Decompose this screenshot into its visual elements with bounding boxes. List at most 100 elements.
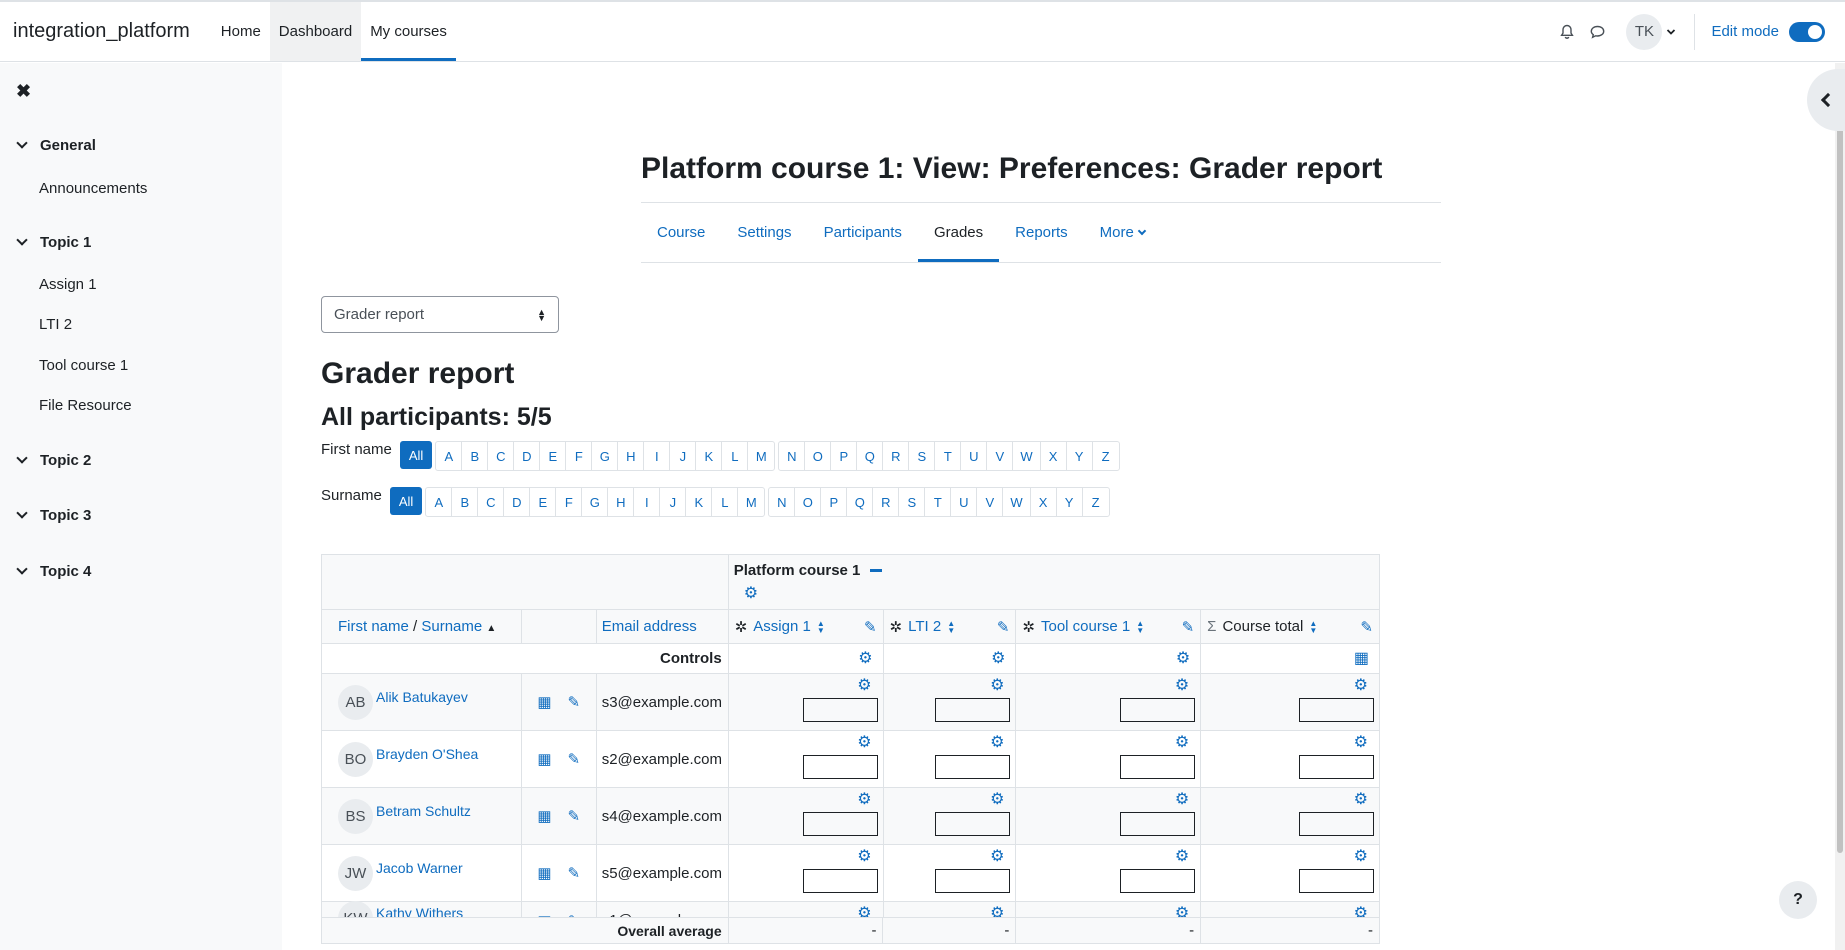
calculator-icon[interactable]: ▦ [1354, 650, 1369, 667]
activity-tool-course-1[interactable]: Tool course 1 [39, 357, 128, 374]
surname-all-button[interactable]: All [389, 487, 423, 515]
initial-letter[interactable]: U [951, 488, 978, 516]
initial-letter[interactable]: K [686, 488, 713, 516]
pencil-icon[interactable]: ✎ [568, 808, 581, 825]
edit-mode-switch[interactable]: Edit mode [1711, 21, 1825, 42]
sort-toggle-icon[interactable]: ▲ ▼ [1309, 619, 1317, 634]
scrollbar-thumb[interactable] [1837, 108, 1843, 853]
user-name-link[interactable]: Brayden O'Shea [376, 746, 478, 762]
notifications-bell-icon[interactable] [1552, 17, 1582, 47]
gear-icon[interactable]: ⚙ [991, 650, 1005, 667]
initial-letter[interactable]: P [821, 488, 848, 516]
activity-file-resource[interactable]: File Resource [39, 397, 132, 414]
gear-icon[interactable]: ⚙ [1206, 792, 1374, 808]
tab-course[interactable]: Course [641, 203, 721, 262]
single-view-table-icon[interactable]: ▦ [537, 751, 551, 768]
nav-dashboard[interactable]: Dashboard [269, 2, 362, 61]
initial-letter[interactable]: U [961, 442, 988, 470]
help-button[interactable]: ? [1779, 881, 1817, 919]
gear-icon[interactable]: ⚙ [1206, 735, 1374, 751]
gear-icon[interactable]: ⚙ [734, 735, 878, 751]
report-selector[interactable]: Grader report ▲ ▼ [321, 296, 559, 333]
initial-letter[interactable]: B [452, 488, 479, 516]
sort-email-link[interactable]: Email address [602, 618, 697, 635]
close-drawer-icon[interactable]: ✖ [16, 81, 31, 102]
chevron-down-icon[interactable] [16, 507, 28, 519]
grade-input[interactable] [1299, 698, 1374, 722]
pencil-icon[interactable]: ✎ [568, 751, 581, 768]
initial-letter[interactable]: J [660, 488, 687, 516]
nav-my-courses[interactable]: My courses [361, 2, 456, 61]
initial-letter[interactable]: O [795, 488, 822, 516]
single-view-table-icon[interactable]: ▦ [537, 865, 551, 882]
grade-input[interactable] [1299, 869, 1374, 893]
gear-icon[interactable]: ⚙ [734, 678, 878, 694]
sort-toggle-icon[interactable]: ▲ ▼ [1136, 619, 1144, 634]
user-name-link[interactable]: Alik Batukayev [376, 689, 468, 705]
initial-letter[interactable]: L [722, 442, 749, 470]
initial-letter[interactable]: D [504, 488, 531, 516]
user-name-link[interactable]: Jacob Warner [376, 860, 463, 876]
initial-letter[interactable]: X [1041, 442, 1067, 470]
initial-letter[interactable]: M [748, 442, 774, 470]
activity-announcements[interactable]: Announcements [39, 180, 147, 197]
section-topic-4[interactable]: Topic 4 [16, 563, 91, 580]
initial-letter[interactable]: Z [1093, 442, 1119, 470]
single-view-table-icon[interactable]: ▦ [537, 808, 551, 825]
chevron-down-icon[interactable] [16, 563, 28, 575]
activity-assign-1[interactable]: Assign 1 [39, 276, 97, 293]
section-topic-1[interactable]: Topic 1 [16, 234, 91, 251]
initial-letter[interactable]: X [1031, 488, 1057, 516]
page-scrollbar[interactable] [1835, 63, 1845, 950]
initial-letter[interactable]: L [712, 488, 739, 516]
gear-icon[interactable]: ⚙ [1021, 735, 1195, 751]
user-avatar[interactable]: TK [1626, 13, 1663, 50]
initial-letter[interactable]: E [540, 442, 567, 470]
site-brand[interactable]: integration_platform [13, 20, 190, 43]
sort-first-name-link[interactable]: First name [338, 618, 409, 635]
item-name-link[interactable]: LTI 2 [908, 618, 941, 635]
initial-letter[interactable]: Y [1057, 488, 1083, 516]
initial-letter[interactable]: K [696, 442, 723, 470]
initial-letter[interactable]: E [530, 488, 557, 516]
gear-icon[interactable]: ⚙ [858, 650, 872, 667]
tab-more[interactable]: More [1084, 203, 1161, 262]
initial-letter[interactable]: F [566, 442, 593, 470]
activity-lti-2[interactable]: LTI 2 [39, 316, 72, 333]
initial-letter[interactable]: N [779, 442, 806, 470]
user-name-link[interactable]: Betram Schultz [376, 803, 471, 819]
initial-letter[interactable]: Z [1083, 488, 1109, 516]
gear-icon[interactable]: ⚙ [1176, 650, 1190, 667]
chevron-down-icon[interactable] [16, 137, 28, 149]
initial-letter[interactable]: O [805, 442, 832, 470]
initial-letter[interactable]: J [670, 442, 697, 470]
initial-letter[interactable]: S [909, 442, 936, 470]
open-block-drawer-button[interactable] [1807, 69, 1845, 131]
initial-letter[interactable]: M [738, 488, 764, 516]
gear-icon[interactable]: ⚙ [1021, 678, 1195, 694]
edit-mode-toggle[interactable] [1789, 21, 1825, 42]
gear-icon[interactable]: ⚙ [889, 678, 1011, 694]
initial-letter[interactable]: W [1013, 442, 1041, 470]
initial-letter[interactable]: B [462, 442, 489, 470]
initial-letter[interactable]: P [831, 442, 858, 470]
initial-letter[interactable]: A [436, 442, 463, 470]
first-name-all-button[interactable]: All [399, 441, 433, 469]
chevron-down-icon[interactable] [16, 452, 28, 464]
initial-letter[interactable]: N [769, 488, 796, 516]
pencil-icon[interactable]: ✎ [1182, 618, 1195, 636]
initial-letter[interactable]: F [556, 488, 583, 516]
initial-letter[interactable]: T [925, 488, 952, 516]
grade-input[interactable] [802, 812, 878, 836]
initial-letter[interactable]: I [634, 488, 661, 516]
collapse-category-icon[interactable] [870, 569, 883, 572]
gear-icon[interactable]: ⚙ [734, 849, 878, 865]
grade-input[interactable] [935, 755, 1011, 779]
pencil-icon[interactable]: ✎ [997, 618, 1010, 636]
initial-letter[interactable]: D [514, 442, 541, 470]
grade-input[interactable] [802, 698, 878, 722]
initial-letter[interactable]: T [935, 442, 962, 470]
initial-letter[interactable]: H [608, 488, 635, 516]
tab-grades[interactable]: Grades [917, 203, 1000, 262]
gear-icon[interactable]: ⚙ [889, 735, 1011, 751]
